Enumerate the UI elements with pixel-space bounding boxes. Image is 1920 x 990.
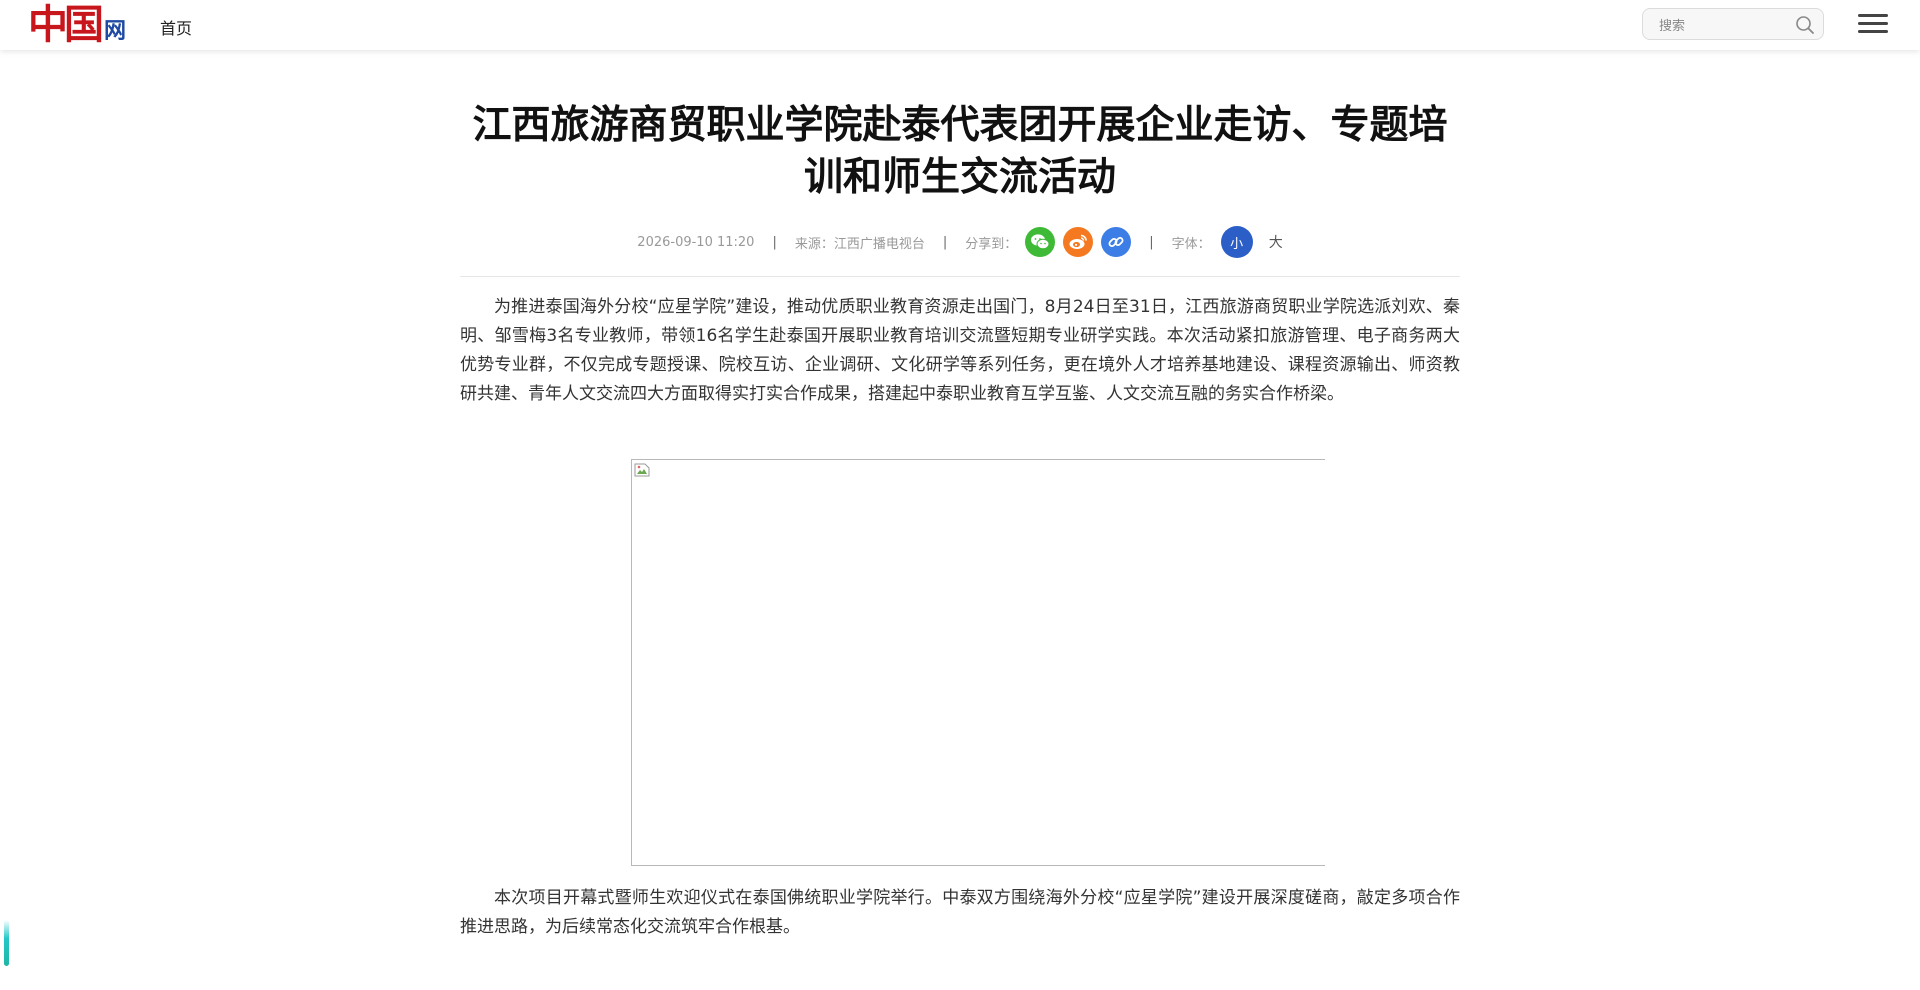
site-logo[interactable]: 中国 网	[28, 2, 126, 48]
search-box	[1642, 8, 1824, 40]
article-meta: 2026-09-10 11:20 | 来源： 江西广播电视台 | 分享到： | …	[460, 226, 1460, 258]
meta-separator: |	[942, 234, 948, 250]
hamburger-icon[interactable]	[1858, 14, 1888, 36]
scroll-progress-indicator	[4, 920, 9, 966]
wechat-icon	[1031, 234, 1050, 250]
search-icon[interactable]	[1795, 15, 1815, 35]
meta-separator: |	[772, 234, 777, 250]
top-navigation-bar: 中国 网 首页	[0, 0, 1920, 50]
search-input[interactable]	[1657, 15, 1791, 37]
copy-link-button[interactable]	[1101, 227, 1132, 257]
font-large-button[interactable]: 大	[1269, 232, 1283, 252]
publish-datetime: 2026-09-10 11:20	[637, 234, 755, 250]
weibo-share-button[interactable]	[1063, 227, 1094, 257]
title-divider	[460, 276, 1460, 277]
link-icon	[1108, 237, 1124, 247]
meta-separator: |	[1149, 234, 1154, 250]
logo-suffix-text: 网	[104, 18, 127, 44]
nav-home-link[interactable]: 首页	[160, 15, 192, 39]
weibo-icon	[1069, 234, 1088, 249]
source-name: 江西广播电视台	[833, 236, 925, 252]
article-container: 江西旅游商贸职业学院赴泰代表团开展企业走访、专题培训和师生交流活动 2026-0…	[460, 100, 1460, 942]
share-label: 分享到：	[965, 236, 1018, 252]
article-paragraph: 本次项目开幕式暨师生欢迎仪式在泰国佛统职业学院举行。中泰双方围绕海外分校“应星学…	[460, 888, 1460, 937]
article-title: 江西旅游商贸职业学院赴泰代表团开展企业走访、专题培训和师生交流活动	[472, 103, 1448, 200]
article-paragraph: 为推进泰国海外分校“应星学院”建设，推动优质职业教育资源走出国门，8月24日至3…	[460, 297, 1460, 404]
logo-main-text: 中国	[28, 1, 104, 48]
font-small-button[interactable]: 小	[1220, 226, 1253, 258]
article-image	[631, 459, 1325, 866]
source-label: 来源：	[794, 236, 834, 252]
font-size-label: 字体：	[1171, 236, 1211, 252]
wechat-share-button[interactable]	[1025, 227, 1056, 257]
broken-image-icon	[634, 463, 650, 477]
